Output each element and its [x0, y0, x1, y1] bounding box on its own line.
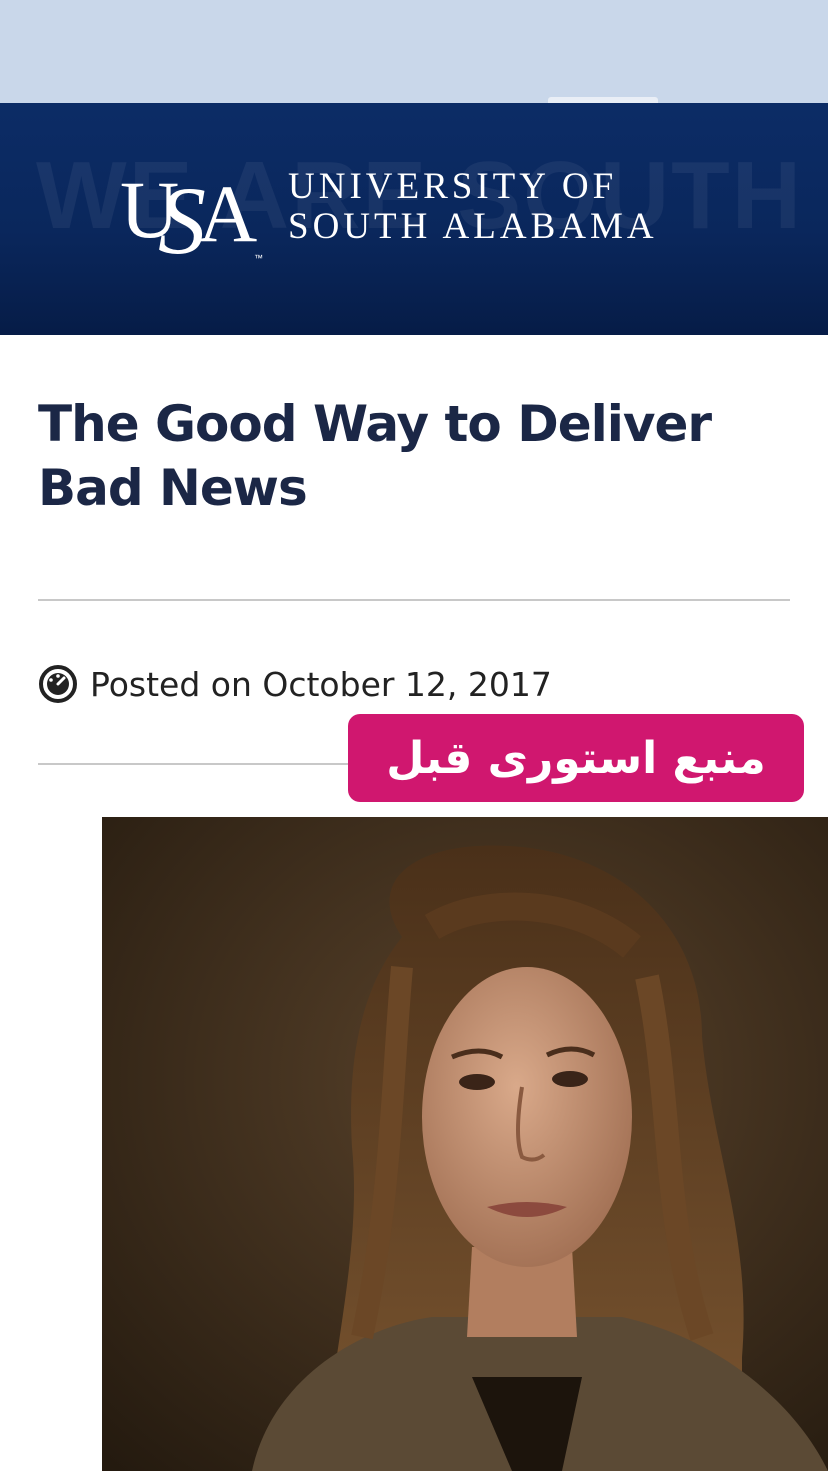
university-line-1: UNIVERSITY OF [288, 166, 618, 207]
story-source-badge: منبع استوری قبل [348, 714, 804, 802]
portrait-illustration [102, 817, 828, 1471]
portrait-photo [102, 817, 828, 1471]
article-title: The Good Way to Deliver Bad News [38, 395, 712, 517]
clock-icon [39, 665, 77, 703]
site-header: WE ARE SOUTH U S A ™ UNIVERSITY OF SOUTH… [0, 103, 828, 335]
posted-date-row: Posted on October 12, 2017 [38, 662, 552, 706]
top-strip [0, 0, 828, 103]
usa-logo[interactable]: U S A ™ [118, 149, 278, 274]
meta-divider [38, 763, 358, 765]
svg-text:™: ™ [254, 253, 263, 263]
usa-monogram-icon: U S A ™ [120, 164, 263, 274]
posted-date-text: Posted on October 12, 2017 [90, 664, 552, 704]
logo-letter-a: A [198, 168, 257, 259]
title-divider [38, 599, 790, 601]
university-line-2: SOUTH ALABAMA [288, 206, 658, 247]
university-name[interactable]: UNIVERSITY OF SOUTH ALABAMA [288, 167, 658, 247]
